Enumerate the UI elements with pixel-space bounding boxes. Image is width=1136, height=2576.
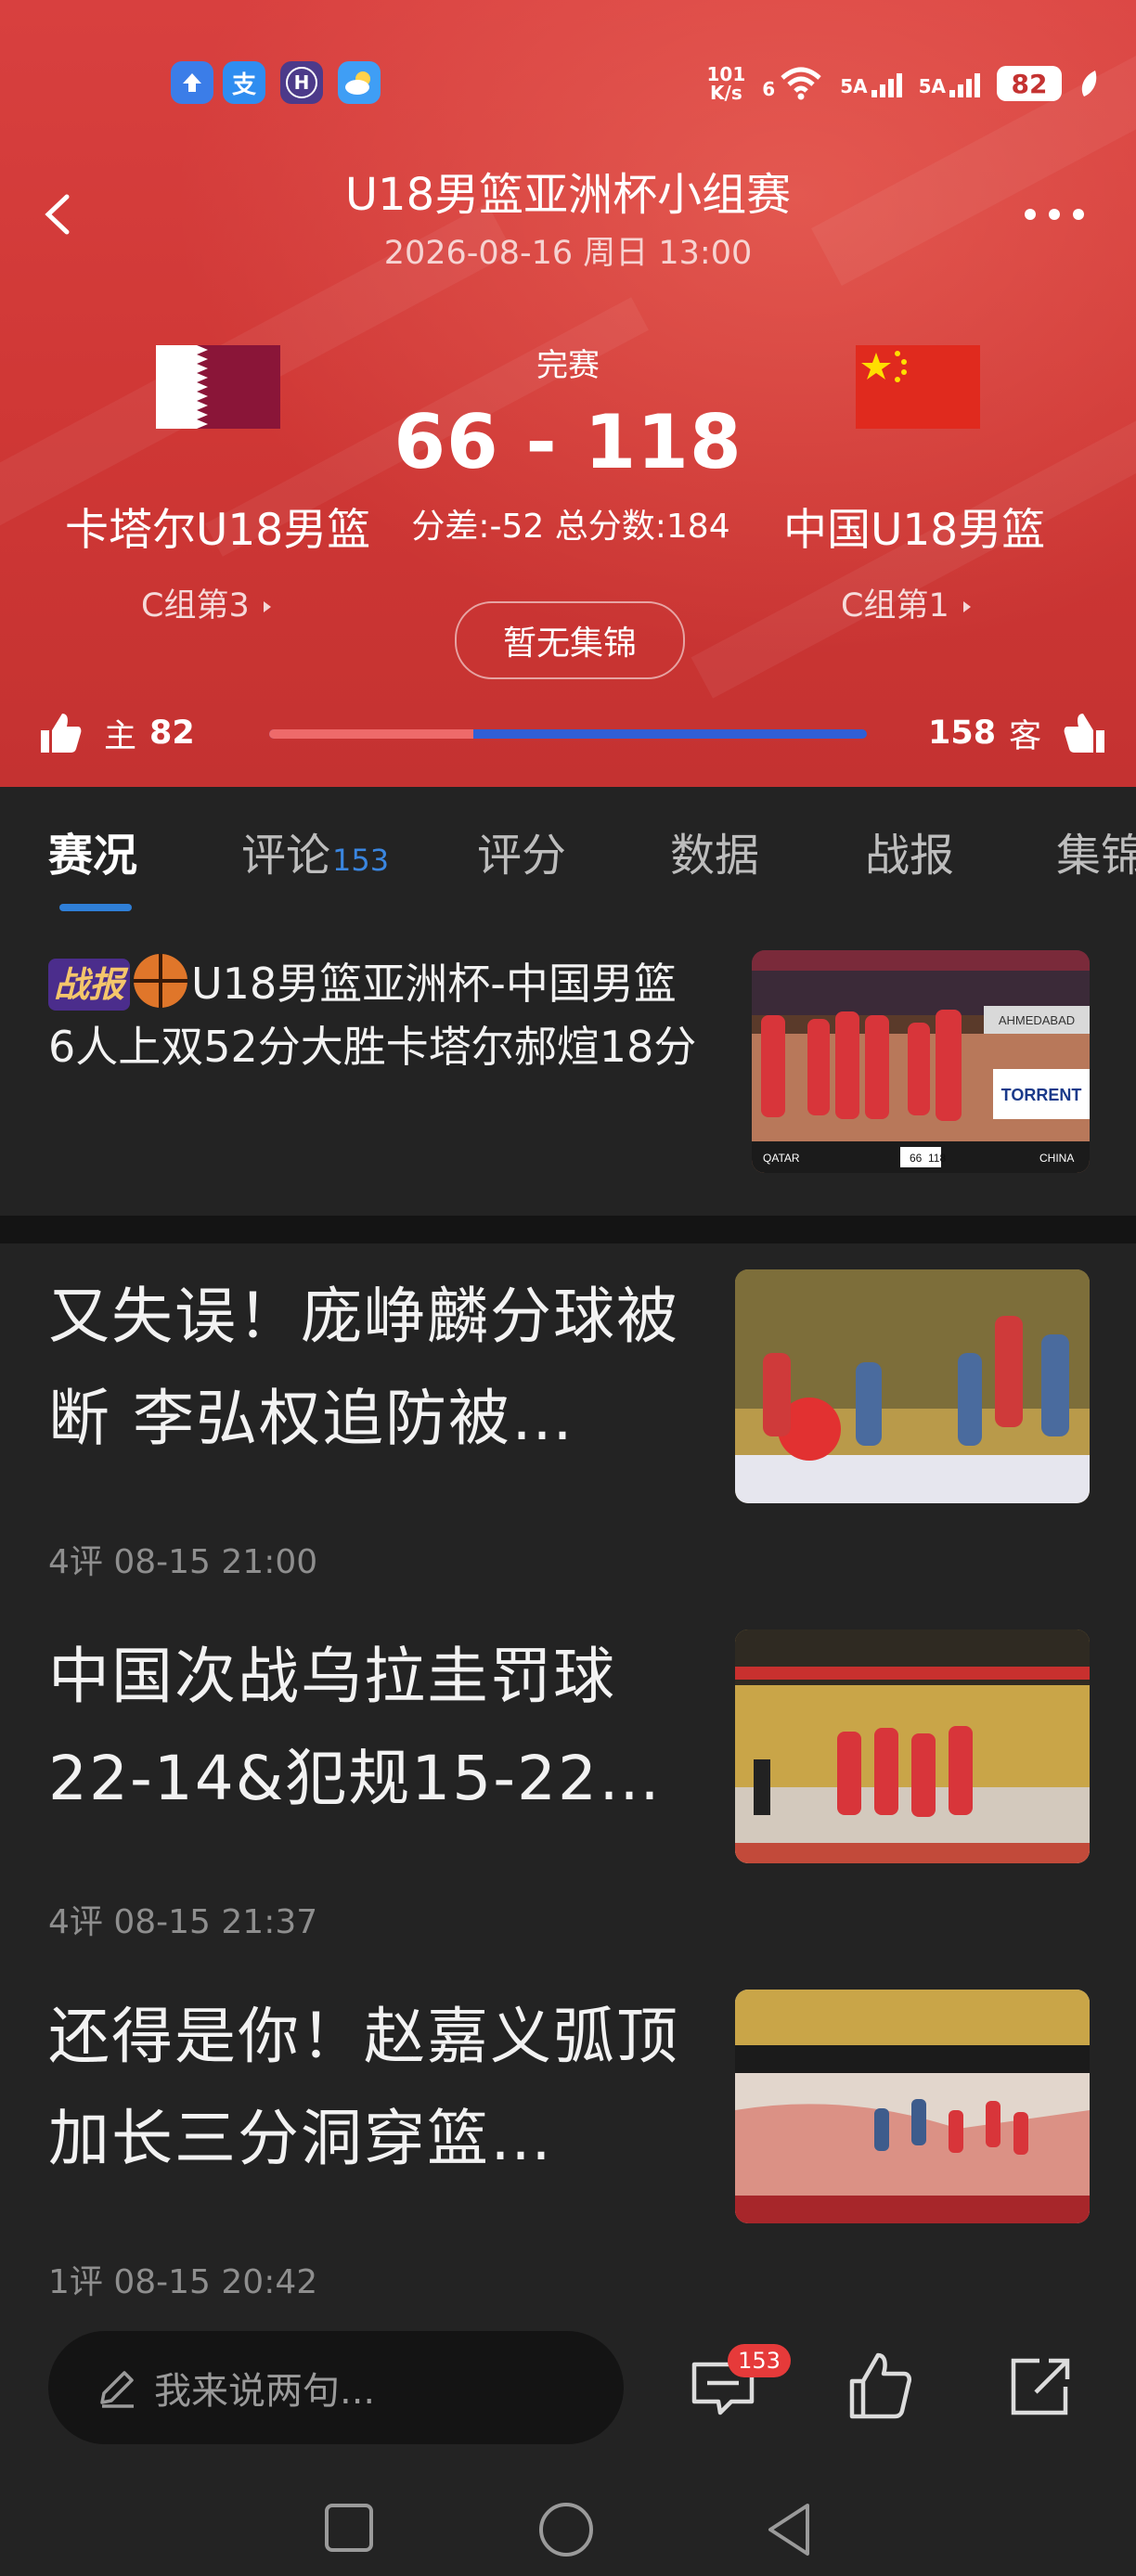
news-item[interactable]: 又失误！庞峥麟分球被断 李弘权追防被… 4评 08-15 21:00 xyxy=(0,1247,1136,1607)
svg-text:TORRENT: TORRENT xyxy=(1001,1086,1082,1104)
thumbs-up-icon xyxy=(41,714,82,753)
more-button[interactable] xyxy=(1025,200,1099,228)
svg-text:CHINA: CHINA xyxy=(1039,1152,1074,1165)
news-item[interactable]: 还得是你！赵嘉义弧顶加长三分洞穿篮… 1评 08-15 20:42 xyxy=(0,1967,1136,2327)
match-status: 完赛 xyxy=(536,347,600,384)
home-support-count: 82 xyxy=(149,715,195,752)
status-bar: 支 H 101 K/s 6 5A 5A 82 xyxy=(0,48,1136,122)
comment-input[interactable]: 我来说两句... xyxy=(48,2331,624,2444)
svg-text:QATAR: QATAR xyxy=(763,1152,800,1165)
home-support-fill xyxy=(269,729,474,739)
away-group-rank[interactable]: C组第1 xyxy=(841,579,975,626)
network-speed: 101 K/s xyxy=(706,63,746,104)
home-support[interactable]: 主 82 xyxy=(37,705,195,761)
match-datetime: 2026-08-16 周日 13:00 xyxy=(383,235,753,272)
match-score: 66 - 118 xyxy=(394,399,742,485)
section-divider xyxy=(0,1216,1136,1243)
thumbs-up-icon xyxy=(849,2352,912,2419)
home-group-rank[interactable]: C组第3 xyxy=(141,579,275,626)
alipay-icon: 支 xyxy=(223,61,265,104)
report-title: 战报 U18男篮亚洲杯-中国男篮6人上双52分大胜卡塔尔郝煊18分 xyxy=(48,952,698,1078)
news-meta: 1评 08-15 20:42 xyxy=(48,2263,318,2301)
battery-icon: 82 xyxy=(997,66,1062,101)
news-item[interactable]: 中国次战乌拉圭罚球22-14&犯规15-22… 4评 08-15 21:37 xyxy=(0,1607,1136,1967)
tab-comments[interactable]: 评论153 xyxy=(241,818,389,883)
report-thumbnail: AHMEDABAD TORRENT QATAR 66 118 CHINA xyxy=(752,950,1090,1173)
hotel-app-icon: H xyxy=(280,61,323,104)
comment-count-badge: 153 xyxy=(728,2344,791,2377)
back-nav-button[interactable] xyxy=(761,2500,817,2559)
away-team-name[interactable]: 中国U18男篮 xyxy=(783,494,1045,558)
tab-stats[interactable]: 数据 xyxy=(670,818,759,883)
active-tab-indicator xyxy=(59,904,132,911)
news-thumbnail xyxy=(735,1990,1090,2223)
match-header: 支 H 101 K/s 6 5A 5A 82 U18男篮亚洲杯小组赛 2026-… xyxy=(0,0,1136,787)
news-title: 还得是你！赵嘉义弧顶加长三分洞穿篮… xyxy=(48,2001,679,2174)
upload-app-icon xyxy=(171,61,213,104)
comment-input-placeholder: 我来说两句... xyxy=(154,2370,376,2413)
svg-text:AHMEDABAD: AHMEDABAD xyxy=(999,1013,1075,1027)
tab-report[interactable]: 战报 xyxy=(865,818,954,883)
signal-sim1-icon: 5A xyxy=(840,70,902,97)
news-meta: 4评 08-15 21:00 xyxy=(48,1543,318,1581)
svg-text:66: 66 xyxy=(910,1152,923,1165)
chevron-right-icon xyxy=(263,601,271,612)
news-thumbnail xyxy=(735,1269,1090,1503)
pencil-icon xyxy=(100,2371,134,2408)
score-summary: 分差:-52 总分数:184 xyxy=(411,508,730,546)
news-meta: 4评 08-15 21:37 xyxy=(48,1903,318,1941)
tab-bar: 赛况 评论153 评分 数据 战报 集锦 xyxy=(0,787,1136,911)
like-button[interactable] xyxy=(839,2344,923,2428)
report-tag: 战报 xyxy=(48,959,131,1011)
away-support[interactable]: 158 客 xyxy=(928,705,1108,761)
svg-text:118: 118 xyxy=(928,1152,946,1165)
report-card[interactable]: 战报 U18男篮亚洲杯-中国男篮6人上双52分大胜卡塔尔郝煊18分 AHMEDAB… xyxy=(0,919,1136,1216)
highlights-button[interactable]: 暂无集锦 xyxy=(455,601,685,679)
system-nav-bar xyxy=(0,2487,1136,2576)
away-support-count: 158 xyxy=(928,715,997,752)
recent-apps-button[interactable] xyxy=(321,2500,377,2556)
news-thumbnail xyxy=(735,1629,1090,1863)
basketball-icon xyxy=(134,954,188,1008)
weather-icon xyxy=(338,61,381,104)
share-button[interactable] xyxy=(999,2344,1082,2428)
signal-sim2-icon: 5A xyxy=(919,70,980,97)
tab-live[interactable]: 赛况 xyxy=(48,818,137,883)
status-icons: 101 K/s 6 5A 5A 82 xyxy=(707,58,1099,109)
wifi-icon: 6 xyxy=(762,67,823,100)
eco-leaf-icon xyxy=(1081,71,1097,97)
page-title: U18男篮亚洲杯小组赛 xyxy=(344,169,792,221)
news-title: 中国次战乌拉圭罚球22-14&犯规15-22… xyxy=(48,1641,663,1814)
thumbs-up-icon xyxy=(1064,714,1105,753)
home-button[interactable] xyxy=(536,2500,596,2559)
home-team-name[interactable]: 卡塔尔U18男篮 xyxy=(65,494,370,558)
comments-count-badge: 153 xyxy=(332,843,390,878)
chevron-right-icon xyxy=(962,601,971,612)
share-icon xyxy=(1011,2358,1070,2415)
support-ratio-bar xyxy=(269,729,867,739)
news-title: 又失误！庞峥麟分球被断 李弘权追防被… xyxy=(48,1281,679,1454)
tab-highlights[interactable]: 集锦 xyxy=(1056,818,1136,883)
tab-ratings[interactable]: 评分 xyxy=(477,818,566,883)
